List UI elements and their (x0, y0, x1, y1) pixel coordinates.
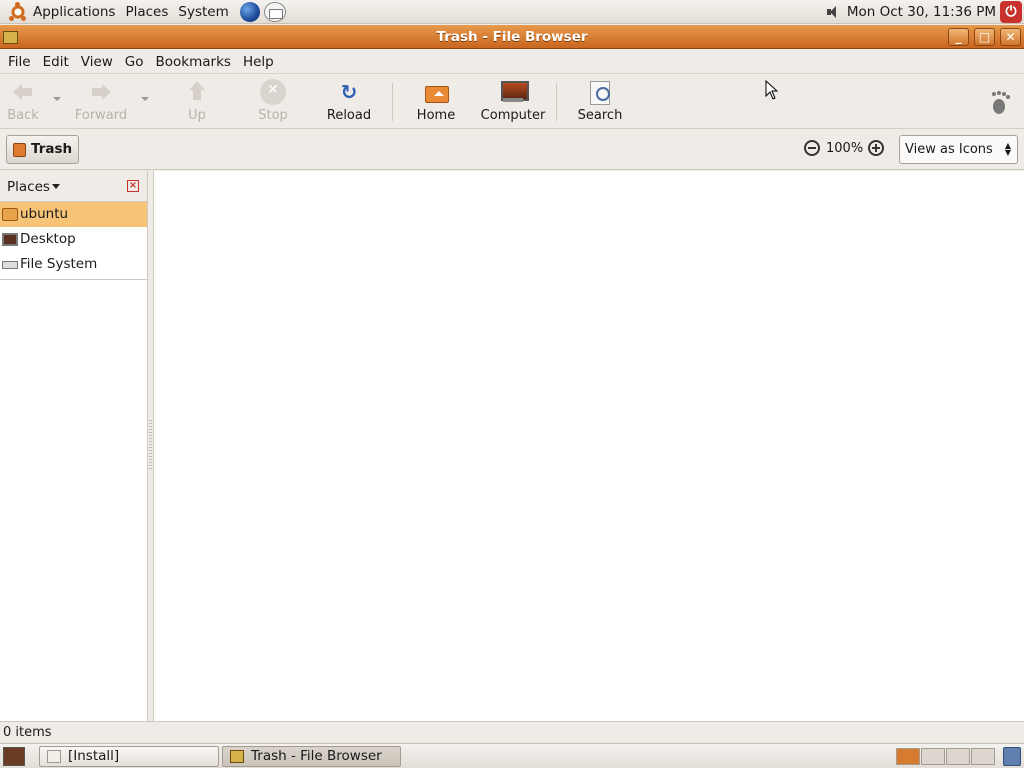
home-label: Home (416, 108, 456, 123)
ubuntu-logo-icon[interactable] (8, 1, 28, 22)
zoom-level[interactable]: 100% (826, 141, 863, 156)
window-controls: _ □ ✕ (943, 28, 1021, 46)
forward-history-dropdown[interactable] (141, 97, 149, 101)
close-button[interactable]: ✕ (1000, 28, 1021, 46)
stop-icon (260, 79, 286, 105)
side-pane-header: Places × (0, 171, 147, 202)
system-menu[interactable]: System (178, 4, 228, 20)
home-folder-icon (423, 79, 449, 105)
sidebar-divider (0, 279, 147, 280)
forward-label: Forward (74, 108, 128, 123)
window-titlebar[interactable]: Trash - File Browser _ □ ✕ (0, 25, 1024, 49)
workspace-2[interactable] (921, 748, 945, 765)
close-side-pane-icon[interactable]: × (127, 180, 139, 192)
view-mode-value: View as Icons (905, 142, 993, 157)
status-bar: 0 items (0, 721, 1024, 743)
menubar: File Edit View Go Bookmarks Help (0, 50, 1024, 74)
installer-icon (47, 750, 61, 763)
computer-button[interactable]: Computer (478, 79, 548, 123)
taskbar-item-install[interactable]: [Install] (39, 746, 219, 767)
places-menu[interactable]: Places (125, 4, 168, 20)
bottom-panel: [Install] Trash - File Browser (0, 743, 1024, 768)
reload-icon (336, 79, 362, 105)
sidebar-item-file-system[interactable]: File System (0, 252, 147, 277)
side-pane: Places × ubuntu Desktop File System (0, 171, 148, 721)
top-panel: Applications Places System Mon Oct 30, 1… (0, 0, 1024, 24)
power-icon[interactable]: ⏻ (1000, 1, 1022, 23)
go-menu[interactable]: Go (125, 54, 144, 70)
clock[interactable]: Mon Oct 30, 11:36 PM (847, 4, 996, 20)
desktop-icon (2, 233, 18, 246)
back-button[interactable]: Back (0, 79, 58, 123)
dropdown-arrow-icon[interactable] (52, 184, 60, 189)
view-menu[interactable]: View (81, 54, 113, 70)
back-label: Back (7, 108, 39, 123)
email-launcher-icon[interactable] (263, 1, 286, 22)
show-desktop-icon[interactable] (3, 747, 25, 766)
home-button[interactable]: Home (401, 79, 471, 123)
file-view-area[interactable] (153, 171, 1024, 721)
forward-arrow-icon (88, 79, 114, 105)
workspace-3[interactable] (946, 748, 970, 765)
maximize-button[interactable]: □ (974, 28, 995, 46)
forward-button[interactable]: Forward (66, 79, 136, 123)
search-icon (587, 79, 613, 105)
home-folder-icon (2, 208, 18, 221)
taskbar-item-label: [Install] (68, 748, 120, 764)
zoom-out-icon[interactable] (804, 140, 820, 156)
bookmarks-menu[interactable]: Bookmarks (156, 54, 231, 70)
status-text: 0 items (3, 725, 52, 740)
applications-menu[interactable]: Applications (33, 4, 115, 20)
computer-icon (500, 79, 529, 105)
web-browser-launcher-icon[interactable] (239, 1, 260, 22)
gnome-foot-icon (988, 91, 1012, 115)
toolbar: Back Forward Up Stop Reload Home Compute… (0, 75, 1024, 129)
back-history-dropdown[interactable] (53, 97, 61, 101)
sidebar-item-label: Desktop (20, 231, 76, 247)
reload-label: Reload (326, 108, 372, 123)
main-menu: Applications Places System (0, 0, 290, 24)
trash-applet-icon[interactable] (1003, 747, 1021, 766)
toolbar-separator (556, 83, 557, 121)
drive-icon (2, 261, 18, 269)
file-menu[interactable]: File (8, 54, 31, 70)
search-label: Search (577, 108, 623, 123)
notification-area: Mon Oct 30, 11:36 PM ⏻ (825, 0, 1024, 24)
toolbar-separator (392, 83, 393, 121)
sidebar-item-label: ubuntu (20, 206, 69, 222)
location-bar: Trash 100% View as Icons ▲ ▼ (0, 130, 1024, 170)
workspace-1[interactable] (896, 748, 920, 765)
sidebar-item-label: File System (20, 256, 98, 272)
path-crumb-label: Trash (31, 141, 73, 157)
help-menu[interactable]: Help (243, 54, 274, 70)
view-mode-select[interactable]: View as Icons ▲ ▼ (899, 135, 1018, 164)
side-pane-selector[interactable]: Places (7, 179, 50, 195)
search-button[interactable]: Search (565, 79, 635, 123)
zoom-in-icon[interactable] (868, 140, 884, 156)
taskbar-item-label: Trash - File Browser (251, 748, 382, 764)
sidebar-item-ubuntu[interactable]: ubuntu (0, 202, 147, 227)
mouse-cursor-icon (765, 80, 779, 100)
taskbar-item-file-browser[interactable]: Trash - File Browser (222, 746, 401, 767)
up-button[interactable]: Up (162, 79, 232, 123)
stop-button[interactable]: Stop (238, 79, 308, 123)
path-crumb-trash[interactable]: Trash (6, 135, 80, 164)
minimize-button[interactable]: _ (948, 28, 969, 46)
file-browser-icon (230, 750, 244, 763)
trash-icon (13, 143, 26, 157)
up-label: Up (188, 108, 206, 123)
stop-label: Stop (258, 108, 288, 123)
computer-label: Computer (480, 108, 546, 123)
sidebar-item-desktop[interactable]: Desktop (0, 227, 147, 252)
up-arrow-icon (184, 79, 210, 105)
pane-resize-handle[interactable] (149, 420, 152, 470)
volume-icon[interactable] (825, 5, 843, 19)
reload-button[interactable]: Reload (314, 79, 384, 123)
edit-menu[interactable]: Edit (43, 54, 69, 70)
window-title: Trash - File Browser (436, 29, 588, 45)
workspace-4[interactable] (971, 748, 995, 765)
back-arrow-icon (10, 79, 36, 105)
select-updown-icon: ▲ ▼ (1004, 141, 1011, 157)
